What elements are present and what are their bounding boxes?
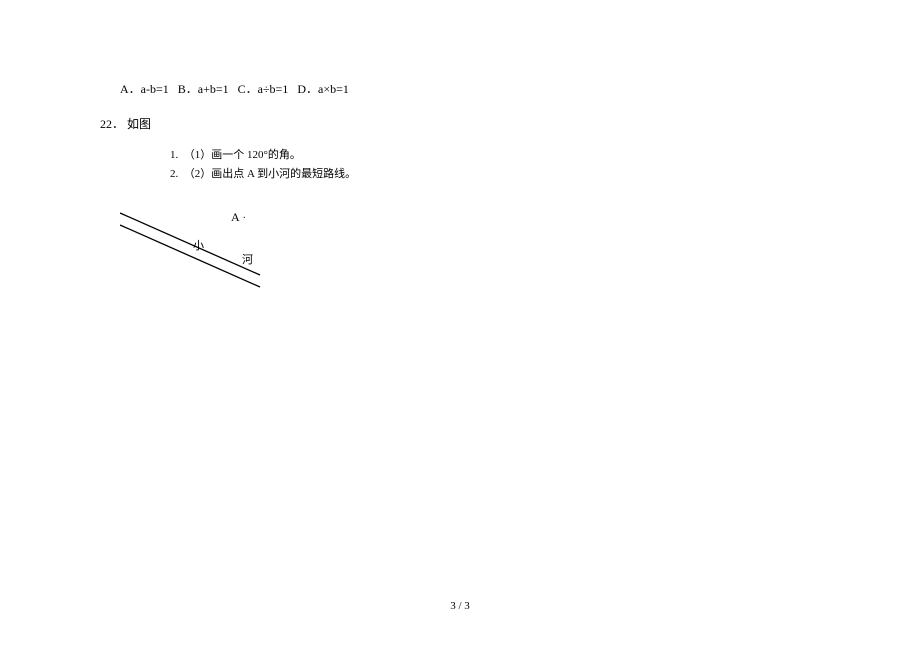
answer-options: A．a-b=1 B．a+b=1 C．a÷b=1 D．a×b=1 bbox=[120, 80, 800, 97]
page-number: 3 / 3 bbox=[0, 600, 920, 612]
subitem-1: 1. （1）画一个 120°的角。 bbox=[170, 146, 800, 165]
question-number: 22． bbox=[100, 117, 124, 131]
question-22-header: 22． 如图 bbox=[100, 115, 800, 132]
question-subitems: 1. （1）画一个 120°的角。 2. （2）画出点 A 到小河的最短路线。 bbox=[170, 146, 800, 183]
river-char-2: 河 bbox=[242, 251, 253, 267]
question-title: 如图 bbox=[127, 117, 151, 131]
river-diagram: A· 小 河 bbox=[120, 195, 380, 305]
subitem-2: 2. （2）画出点 A 到小河的最短路线。 bbox=[170, 165, 800, 184]
river-lines-icon bbox=[120, 195, 380, 305]
river-char-1: 小 bbox=[193, 237, 204, 253]
